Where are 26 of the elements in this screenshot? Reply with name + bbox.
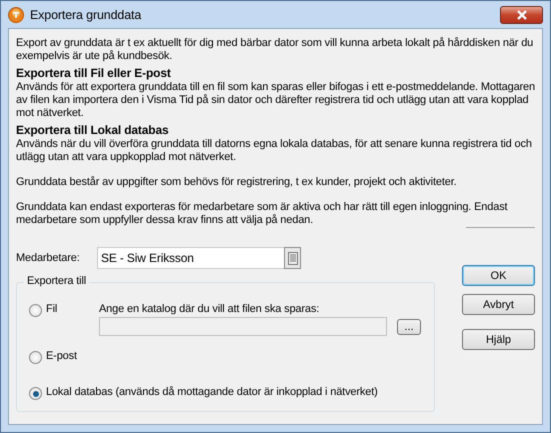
group-title: Exportera till bbox=[24, 275, 90, 287]
close-button[interactable] bbox=[500, 6, 543, 24]
dialog-button[interactable]: Hjälp bbox=[462, 329, 535, 350]
radio-button[interactable] bbox=[29, 387, 42, 400]
close-icon bbox=[516, 10, 528, 20]
dialog-button[interactable]: Avbryt bbox=[462, 294, 535, 315]
description-text: Används för att exportera grunddata till en fil som kan sparas eller bifogas i ett e-postmeddelande. Mottagaren av filen kan importera den i Visma Tid på sin dator och därefter registrera tid och utlägg utan att vara kopplad mot nätverket. bbox=[16, 81, 535, 120]
section-heading: Exportera till Fil eller E-post bbox=[16, 66, 172, 81]
section-heading: Exportera till Lokal databas bbox=[16, 123, 170, 138]
option-label[interactable]: Lokal databas (används då mottagande dator är inkopplad i nätverket) bbox=[46, 386, 378, 398]
app-icon bbox=[8, 6, 24, 22]
employee-label: Medarbetare: bbox=[16, 252, 81, 264]
option-label[interactable]: E-post bbox=[46, 350, 77, 362]
list-icon bbox=[288, 252, 298, 264]
radio-button[interactable] bbox=[29, 304, 42, 317]
option-label[interactable]: Fil bbox=[46, 303, 58, 315]
dialog-button[interactable]: OK bbox=[462, 265, 535, 286]
employee-field[interactable]: SE - Siw Eriksson bbox=[97, 247, 285, 269]
description-text: Används när du vill överföra grunddata till datorns egna lokala databas, för att senare kunna registrera tid och utlägg utan att vara uppkopplad mot nätverket. bbox=[16, 138, 533, 164]
directory-label: Ange en katalog där du vill att filen ska sparas: bbox=[99, 303, 320, 315]
description-text: Grunddata består av uppgifter som behövs för registrering, t ex kunder, projekt och aktiviteter. bbox=[16, 176, 458, 189]
lookup-button[interactable] bbox=[284, 247, 301, 269]
description-text: Export av grunddata är t ex aktuellt för dig med bärbar dator som vill kunna arbeta lokalt på hårddisken när du exempelvis är ute på kundbesök. bbox=[16, 37, 534, 63]
window-title: Exportera grunddata bbox=[30, 8, 142, 22]
description-text: Grunddata kan endast exporteras för medarbetare som är aktiva och har rätt till egen inloggning. Endast medarbetare som uppfyller dessa krav finns att välja på nedan. bbox=[16, 201, 508, 227]
radio-button[interactable] bbox=[29, 351, 42, 364]
